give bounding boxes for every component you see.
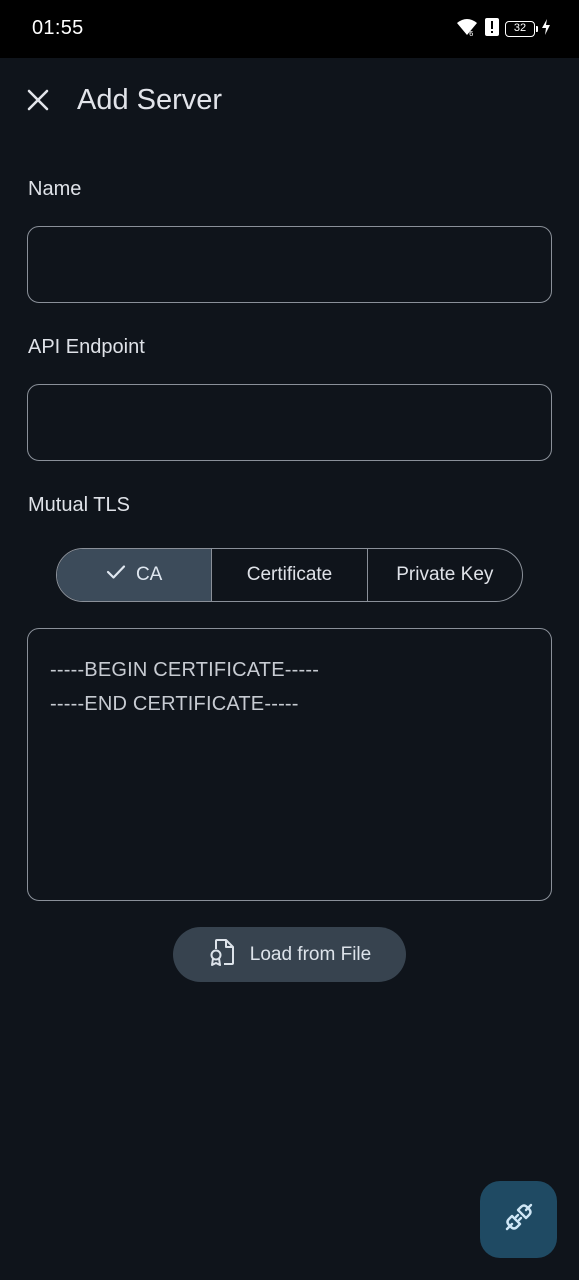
api-endpoint-label: API Endpoint bbox=[28, 336, 145, 358]
mutual-tls-label: Mutual TLS bbox=[28, 494, 130, 516]
tab-certificate[interactable]: Certificate bbox=[211, 549, 366, 601]
load-from-file-button[interactable]: Load from File bbox=[173, 927, 406, 982]
tab-private-key-label: Private Key bbox=[396, 564, 494, 585]
connect-fab[interactable] bbox=[480, 1181, 557, 1258]
mutual-tls-segmented-control: CA Certificate Private Key bbox=[56, 548, 523, 602]
pem-end-line: -----END CERTIFICATE----- bbox=[50, 693, 299, 715]
load-from-file-label: Load from File bbox=[249, 943, 372, 965]
tab-private-key[interactable]: Private Key bbox=[366, 549, 522, 601]
svg-text:6: 6 bbox=[469, 30, 474, 37]
close-icon bbox=[26, 88, 50, 117]
page-title: Add Server bbox=[77, 84, 223, 116]
name-input[interactable] bbox=[28, 227, 551, 302]
app-bar: Add Server bbox=[0, 58, 579, 146]
tab-ca-label: CA bbox=[135, 564, 163, 585]
name-label: Name bbox=[28, 178, 82, 200]
close-button[interactable] bbox=[20, 84, 56, 120]
status-time: 01:55 bbox=[32, 17, 84, 39]
status-icons: 6 32 bbox=[455, 17, 551, 42]
api-endpoint-input[interactable] bbox=[28, 385, 551, 460]
wifi-icon: 6 bbox=[455, 17, 479, 42]
certificate-file-icon bbox=[208, 937, 236, 973]
check-icon bbox=[106, 564, 126, 586]
alert-icon bbox=[485, 17, 499, 41]
charging-icon bbox=[541, 18, 551, 40]
name-field[interactable] bbox=[27, 226, 552, 303]
tab-ca[interactable]: CA bbox=[57, 549, 212, 601]
tab-certificate-label: Certificate bbox=[246, 564, 333, 585]
status-bar: 01:55 6 32 bbox=[0, 0, 579, 58]
pem-begin-line: -----BEGIN CERTIFICATE----- bbox=[50, 659, 320, 681]
api-endpoint-field[interactable] bbox=[27, 384, 552, 461]
certificate-textarea[interactable]: -----BEGIN CERTIFICATE----- -----END CER… bbox=[27, 628, 552, 901]
battery-icon: 32 bbox=[505, 21, 538, 37]
plug-connect-icon bbox=[504, 1202, 534, 1237]
